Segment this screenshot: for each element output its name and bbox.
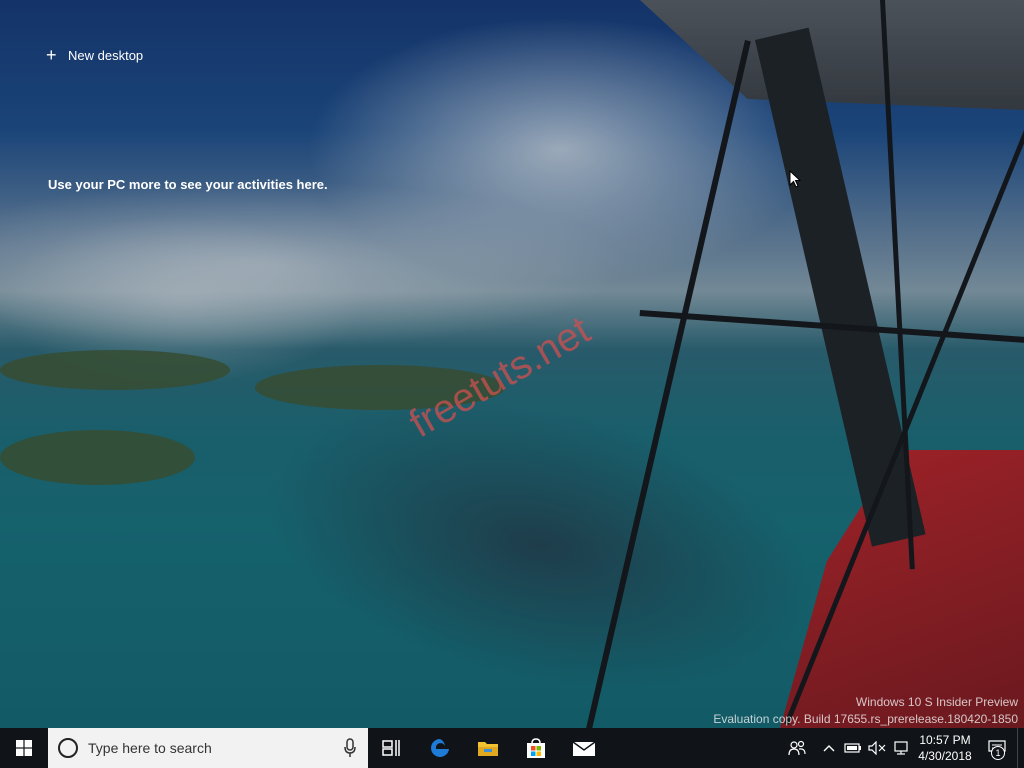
volume-muted-icon — [868, 741, 886, 755]
people-button[interactable] — [777, 728, 817, 768]
mail-button[interactable] — [560, 728, 608, 768]
timeline-empty-message: Use your PC more to see your activities … — [48, 177, 328, 192]
evaluation-line-2: Evaluation copy. Build 17655.rs_prerelea… — [713, 712, 1018, 726]
battery-button[interactable] — [841, 728, 865, 768]
microphone-icon[interactable] — [344, 738, 356, 758]
windows-logo-icon — [16, 740, 32, 756]
file-explorer-icon — [478, 742, 498, 756]
clock[interactable]: 10:57 PM 4/30/2018 — [913, 732, 977, 764]
network-button[interactable] — [889, 728, 913, 768]
clock-date: 4/30/2018 — [918, 749, 972, 763]
evaluation-line-1: Windows 10 S Insider Preview — [855, 695, 1018, 709]
cortana-icon — [58, 738, 78, 758]
mouse-cursor-icon — [789, 170, 801, 188]
task-view-icon — [382, 740, 400, 756]
show-desktop-button[interactable] — [1017, 728, 1024, 768]
taskbar: Type here to search 10:57 PM 4/30/2018 1 — [0, 728, 1024, 768]
store-icon — [527, 738, 545, 758]
store-button[interactable] — [512, 728, 560, 768]
search-placeholder: Type here to search — [88, 740, 212, 756]
network-icon — [894, 741, 908, 755]
evaluation-watermark: Windows 10 S Insider Preview Evaluation … — [713, 694, 1018, 728]
show-hidden-icons-button[interactable] — [817, 728, 841, 768]
chevron-up-icon — [823, 745, 835, 752]
mail-icon — [572, 741, 596, 756]
volume-button[interactable] — [865, 728, 889, 768]
start-button[interactable] — [0, 728, 48, 768]
plus-icon: + — [46, 45, 57, 65]
file-explorer-button[interactable] — [464, 728, 512, 768]
clock-time: 10:57 PM — [919, 733, 971, 747]
people-icon — [788, 740, 806, 756]
action-center-button[interactable]: 1 — [977, 728, 1017, 768]
edge-icon — [431, 739, 449, 757]
battery-icon — [844, 743, 861, 753]
desktop-wallpaper: + New desktop Use your PC more to see yo… — [0, 0, 1024, 728]
new-desktop-button[interactable]: + New desktop — [46, 46, 143, 64]
task-view-button[interactable] — [368, 728, 416, 768]
notification-count-badge: 1 — [991, 746, 1005, 760]
search-box[interactable]: Type here to search — [48, 728, 368, 768]
system-tray: 10:57 PM 4/30/2018 1 — [777, 728, 1024, 768]
new-desktop-label: New desktop — [68, 47, 144, 63]
edge-button[interactable] — [416, 728, 464, 768]
